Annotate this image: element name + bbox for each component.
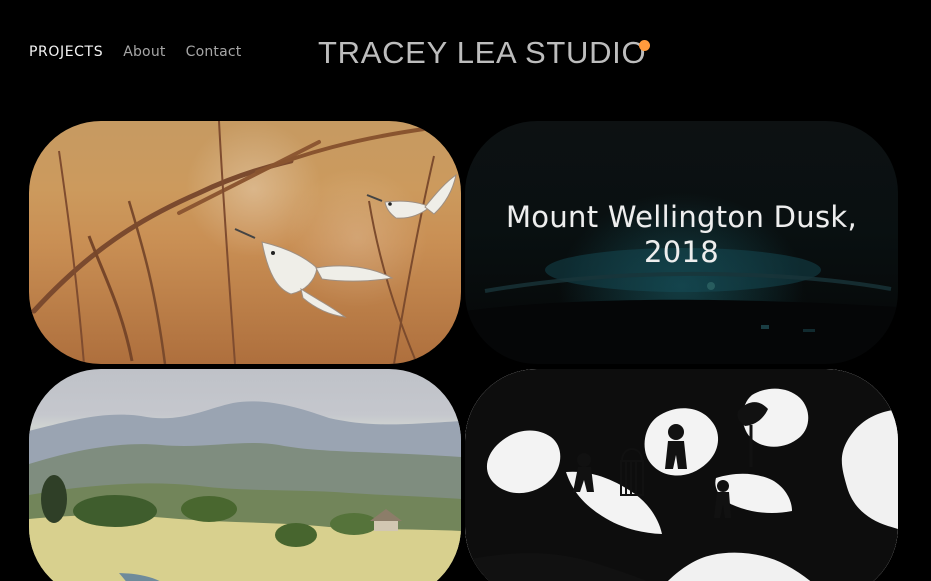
project-card-silhouette-collage[interactable] xyxy=(465,369,898,581)
birds-branches-illustration xyxy=(31,121,457,364)
nav-contact-link[interactable]: Contact xyxy=(186,42,242,62)
landscape-painting-illustration xyxy=(29,401,461,581)
project-card-birds-branches[interactable] xyxy=(29,121,461,364)
site-logo-text: TRACEY LEA STUDIO xyxy=(318,35,647,70)
nav-projects-link[interactable]: PROJECTS xyxy=(29,42,103,62)
project-image-silhouette-collage xyxy=(465,369,898,581)
project-card-landscape-painting[interactable] xyxy=(29,369,461,581)
project-image-mount-wellington-dusk: Mount Wellington Dusk, 2018 xyxy=(465,121,898,364)
site-logo[interactable]: TRACEY LEA STUDIO xyxy=(318,35,651,71)
portfolio-page: PROJECTS About Contact TRACEY LEA STUDIO xyxy=(0,0,931,581)
project-card-mount-wellington-dusk[interactable]: Mount Wellington Dusk, 2018 xyxy=(465,121,898,364)
project-image-birds-branches xyxy=(29,121,461,364)
main-navigation: PROJECTS About Contact xyxy=(29,42,241,62)
project-title-mount-wellington-dusk: Mount Wellington Dusk, 2018 xyxy=(505,200,858,269)
silhouette-collage-illustration xyxy=(465,369,898,581)
logo-accent-dot xyxy=(639,39,651,51)
project-image-landscape-painting xyxy=(29,369,461,581)
mountain-dusk-illustration xyxy=(465,248,898,364)
nav-about-link[interactable]: About xyxy=(123,42,165,62)
